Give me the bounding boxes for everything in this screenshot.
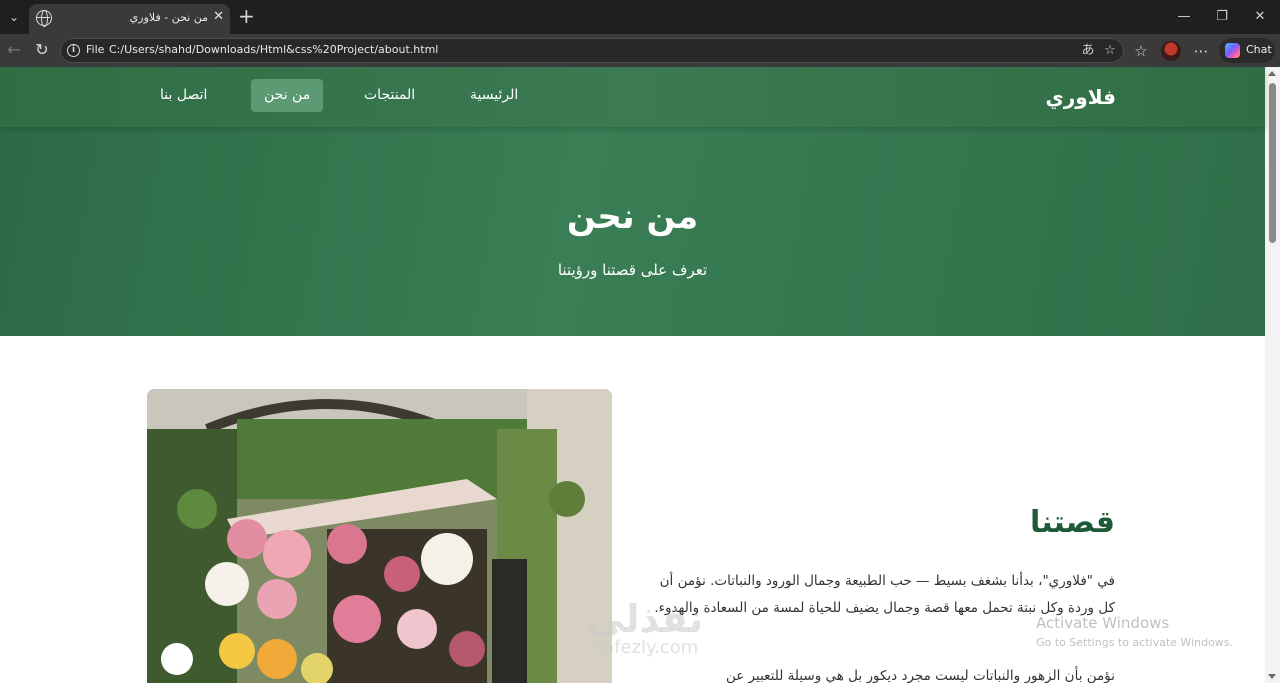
nafezly-watermark: نفذلي nafezly.com xyxy=(560,597,730,683)
page-viewport: فلاوري الرئيسية المنتجات من نحن اتصل بنا… xyxy=(0,67,1280,683)
scroll-down-arrow-icon[interactable] xyxy=(1268,674,1276,679)
browser-tab[interactable]: من نحن - فلاوري ✕ xyxy=(29,4,230,34)
activate-windows-subtitle: Go to Settings to activate Windows. xyxy=(1036,636,1234,649)
flower-shop-image xyxy=(147,389,612,683)
site-header: فلاوري الرئيسية المنتجات من نحن اتصل بنا xyxy=(0,67,1265,127)
globe-icon xyxy=(36,10,52,27)
tab-title: من نحن - فلاوري xyxy=(129,11,208,24)
profile-avatar[interactable] xyxy=(1161,41,1181,61)
copilot-chat-button[interactable]: Chat xyxy=(1219,38,1275,63)
hero-subtitle: تعرف على قصتنا ورؤيتنا xyxy=(557,261,708,279)
brand-logo[interactable]: فلاوري xyxy=(1045,85,1116,109)
tab-list-icon[interactable]: ⌄ xyxy=(4,6,24,28)
more-options-icon[interactable]: ⋯ xyxy=(1190,40,1212,62)
file-label: File xyxy=(86,43,105,56)
chat-label: Chat xyxy=(1246,43,1272,56)
nav-about[interactable]: من نحن xyxy=(251,79,324,112)
url-text[interactable]: C:/Users/shahd/Downloads/Html&css%20Proj… xyxy=(109,43,438,56)
minimize-button[interactable]: — xyxy=(1166,6,1202,28)
story-heading: قصتنا xyxy=(1030,505,1115,540)
restore-button[interactable]: ❐ xyxy=(1204,6,1240,28)
new-tab-button[interactable]: + xyxy=(238,5,255,27)
nav-products[interactable]: المنتجات xyxy=(351,79,428,112)
scroll-thumb[interactable] xyxy=(1269,83,1276,243)
back-arrow-icon[interactable]: ← xyxy=(2,39,26,61)
tab-close-icon[interactable]: ✕ xyxy=(213,9,224,24)
flower-shop-illustration xyxy=(147,389,612,683)
scroll-up-arrow-icon[interactable] xyxy=(1268,71,1276,76)
hero-title: من نحن xyxy=(566,197,699,237)
nav-contact[interactable]: اتصل بنا xyxy=(147,79,220,112)
hero-section: من نحن تعرف على قصتنا ورؤيتنا xyxy=(0,127,1265,336)
browser-tab-bar: ⌄ من نحن - فلاوري ✕ + — ❐ ✕ xyxy=(0,0,1280,34)
watermark-domain: nafezly.com xyxy=(591,637,699,658)
page-scrollbar[interactable] xyxy=(1265,67,1280,683)
translate-icon[interactable]: あ xyxy=(1079,42,1097,60)
close-window-button[interactable]: ✕ xyxy=(1242,6,1278,28)
star-icon[interactable]: ☆ xyxy=(1101,42,1119,60)
browser-toolbar: ← ↻ i File C:/Users/shahd/Downloads/Html… xyxy=(0,34,1280,67)
info-icon[interactable]: i xyxy=(67,44,80,57)
copilot-icon xyxy=(1225,43,1240,58)
favorites-icon[interactable]: ☆ xyxy=(1130,40,1152,62)
watermark-logo-text: نفذلي xyxy=(586,597,704,641)
reload-icon[interactable]: ↻ xyxy=(30,39,54,61)
address-bar[interactable]: i File C:/Users/shahd/Downloads/Html&css… xyxy=(60,38,1124,63)
nav-home[interactable]: الرئيسية xyxy=(457,79,531,112)
